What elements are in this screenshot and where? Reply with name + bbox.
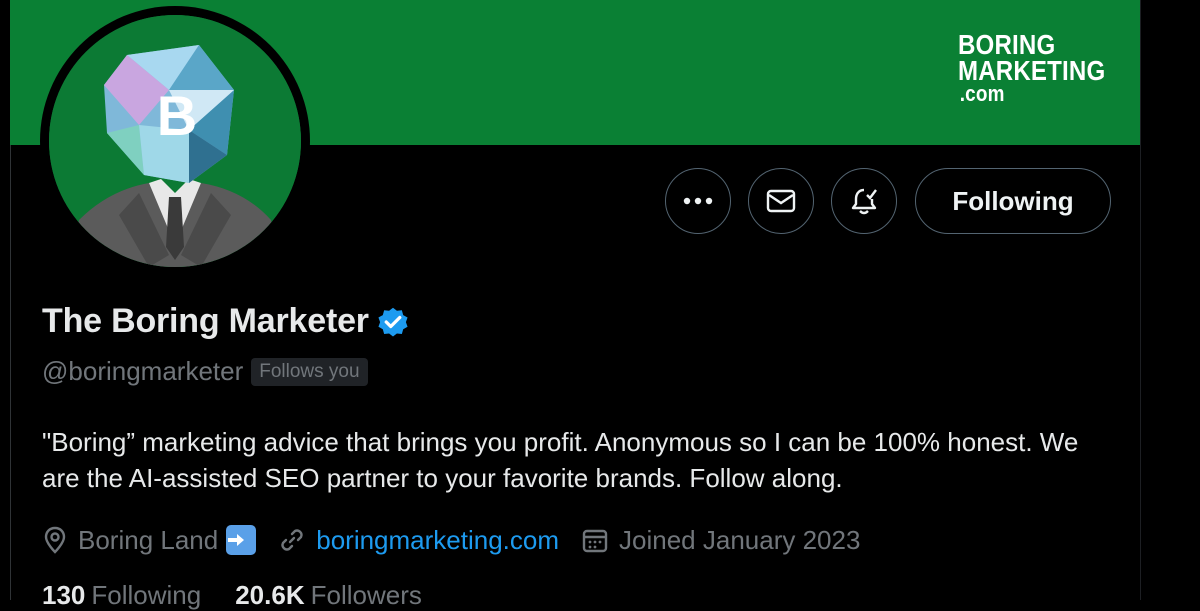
following-count[interactable]: 130 bbox=[42, 580, 85, 611]
location-text: Boring Land bbox=[78, 524, 219, 555]
notifications-button[interactable] bbox=[831, 168, 897, 234]
right-arrow-emoji-icon bbox=[226, 525, 257, 555]
following-button[interactable]: Following bbox=[915, 168, 1111, 234]
joined-item: Joined January 2023 bbox=[581, 525, 860, 556]
banner-brand-logo: BORING MARKETING .com bbox=[958, 29, 1106, 106]
link-icon bbox=[281, 529, 303, 551]
message-button[interactable] bbox=[748, 168, 814, 234]
followers-label[interactable]: Followers bbox=[311, 580, 422, 611]
svg-text:B: B bbox=[157, 84, 197, 147]
website-link[interactable]: boringmarketing.com bbox=[316, 525, 559, 556]
profile-meta-row: Boring Land boringmarketing.com Joined J… bbox=[42, 520, 882, 560]
follows-you-badge: Follows you bbox=[251, 357, 368, 386]
handle: @boringmarketer bbox=[42, 356, 244, 386]
name-row: The Boring Marketer bbox=[42, 302, 411, 341]
following-label[interactable]: Following bbox=[91, 580, 201, 611]
verified-badge-icon[interactable] bbox=[375, 304, 411, 340]
website-item: boringmarketing.com bbox=[278, 525, 559, 556]
bell-check-icon bbox=[851, 188, 877, 215]
more-dots-icon bbox=[683, 197, 713, 205]
location-item: Boring Land bbox=[42, 524, 257, 556]
handle-row: @boringmarketer Follows you bbox=[42, 356, 368, 387]
avatar[interactable]: B bbox=[49, 15, 301, 267]
location-pin-icon bbox=[44, 526, 66, 554]
calendar-icon bbox=[582, 529, 608, 553]
avatar-illustration: B bbox=[49, 15, 301, 267]
envelope-icon bbox=[766, 189, 796, 213]
bio: "Boring” marketing advice that brings yo… bbox=[42, 427, 1079, 493]
display-name: The Boring Marketer bbox=[42, 302, 369, 340]
more-button[interactable] bbox=[665, 168, 731, 234]
joined-text: Joined January 2023 bbox=[619, 524, 861, 555]
followers-count[interactable]: 20.6K bbox=[235, 580, 304, 611]
right-sidebar-edge bbox=[1140, 0, 1200, 600]
follow-stats-row: 130 Following 20.6K Followers bbox=[42, 580, 456, 611]
